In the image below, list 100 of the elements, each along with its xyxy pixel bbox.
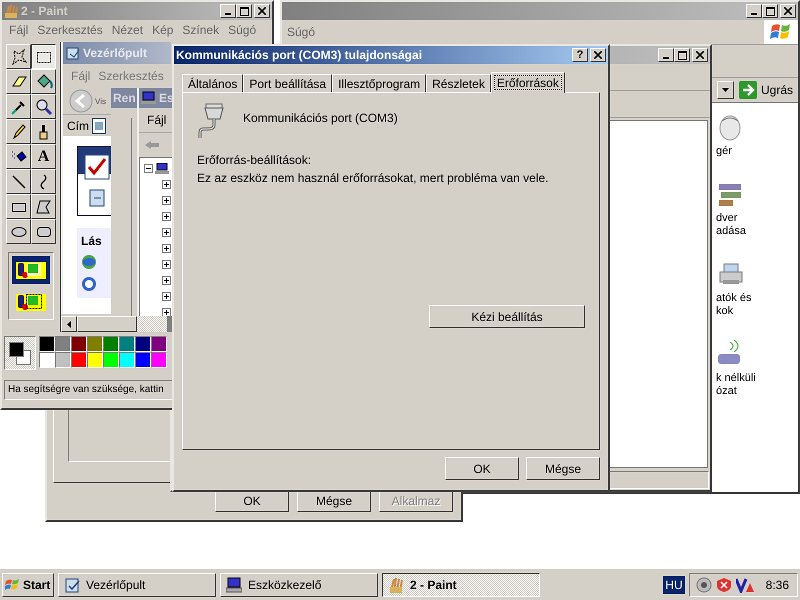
dialog-title: Kommunikációs port (COM3) tulajdonságai <box>176 48 422 62</box>
color-swatch[interactable] <box>87 352 103 368</box>
folder-icon <box>92 118 106 134</box>
paint-bucket-icon <box>34 72 52 90</box>
tab[interactable]: Port beállítása <box>243 74 332 92</box>
window-title: 2 - Paint <box>21 4 68 18</box>
shapes-icon <box>14 291 48 313</box>
plus-icon <box>162 276 171 285</box>
tree-toggle[interactable] <box>162 276 171 285</box>
close-button[interactable] <box>590 48 606 62</box>
menu-item[interactable]: Szerkesztés <box>37 23 103 39</box>
color-swatch[interactable] <box>119 336 135 352</box>
tree-toggle[interactable] <box>162 196 171 205</box>
free-select-icon <box>10 48 28 66</box>
taskbar-button[interactable]: 2 - Paint <box>382 572 540 596</box>
clock[interactable]: 8:36 <box>766 578 789 592</box>
brushes-icon <box>4 4 18 18</box>
language-indicator[interactable]: HU <box>663 576 685 594</box>
menu-item[interactable]: Színek <box>182 23 220 39</box>
arrow-icon <box>738 81 757 99</box>
speaker-icon[interactable] <box>696 576 712 592</box>
tree-toggle[interactable] <box>162 260 171 269</box>
start-button[interactable]: Start <box>2 572 54 596</box>
globe-icon <box>81 254 97 270</box>
color-swatch[interactable] <box>103 336 119 352</box>
color-swatch[interactable] <box>71 352 87 368</box>
color-swatch[interactable] <box>55 336 71 352</box>
section-label: Erőforrás-beállítások: <box>197 153 312 167</box>
tree-toggle[interactable] <box>162 244 171 253</box>
close-icon <box>258 7 266 15</box>
color-swatch[interactable] <box>39 352 55 368</box>
current-colors <box>4 336 36 370</box>
plus-icon <box>162 180 171 189</box>
tab[interactable]: Illesztőprogram <box>332 74 426 92</box>
tree-toggle[interactable] <box>162 212 171 221</box>
maximize-icon <box>678 50 686 60</box>
polygon-icon <box>34 198 52 216</box>
plus-icon <box>162 244 171 253</box>
plus-icon <box>162 292 171 301</box>
menu-item[interactable]: Fájl <box>9 23 28 39</box>
brushes-icon <box>388 576 404 592</box>
color-swatch[interactable] <box>151 352 167 368</box>
dropdown-button[interactable] <box>716 81 734 99</box>
plus-icon <box>162 260 171 269</box>
transparency-option[interactable] <box>12 256 50 284</box>
taskbar-button[interactable]: Eszközkezelő <box>220 572 378 596</box>
icon-label[interactable]: dver adása <box>716 212 746 238</box>
color-swatch[interactable] <box>71 336 87 352</box>
document-icon <box>89 189 107 207</box>
line-icon <box>10 172 28 190</box>
window-title: Vezérlőpult <box>83 46 148 60</box>
tree-toggle[interactable] <box>144 164 153 173</box>
go-button[interactable]: Ugrás <box>738 81 796 99</box>
icon-label[interactable]: gér <box>716 145 732 158</box>
color-swatch[interactable] <box>103 352 119 368</box>
color-swatch[interactable] <box>87 336 103 352</box>
help-button[interactable]: ? <box>572 48 588 62</box>
back-arrow-icon <box>145 141 159 149</box>
computer-icon <box>141 91 157 105</box>
plus-icon <box>162 228 171 237</box>
dialog-button[interactable]: Mégse <box>526 457 600 480</box>
color-swatch[interactable] <box>151 336 167 352</box>
menu-item[interactable]: Kép <box>152 23 174 39</box>
maximize-icon <box>766 6 774 16</box>
tree-toggle[interactable] <box>162 180 171 189</box>
menu-item[interactable]: Súgó <box>228 23 256 39</box>
taskbar-button[interactable]: Vezérlőpult <box>58 572 216 596</box>
menu-item[interactable]: Nézet <box>112 23 144 39</box>
tool-button[interactable] <box>31 44 56 69</box>
close-icon <box>784 7 792 15</box>
tab[interactable]: Részletek <box>426 74 491 92</box>
manual-settings-button[interactable]: Kézi beállítás <box>429 305 585 328</box>
tool-button[interactable]: A <box>31 144 56 169</box>
color-swatch[interactable] <box>135 352 151 368</box>
dialog-button[interactable]: OK <box>445 457 519 480</box>
computer-icon <box>155 162 169 174</box>
shield-icon[interactable] <box>716 576 732 592</box>
plus-icon <box>162 196 171 205</box>
windows-flag-icon <box>5 578 21 592</box>
tree-toggle[interactable] <box>162 308 171 316</box>
shapes-icon <box>14 259 48 281</box>
color-swatch[interactable] <box>135 336 151 352</box>
tree-toggle[interactable] <box>162 228 171 237</box>
status-text: Ha segítségre van szüksége, kattin <box>4 380 173 400</box>
color-swatch[interactable] <box>55 352 71 368</box>
tab[interactable]: Általános <box>182 74 244 92</box>
control-panel-icon <box>64 576 80 592</box>
antivirus-icon[interactable] <box>736 576 754 592</box>
scroll-left-button[interactable] <box>61 316 77 332</box>
icon-label[interactable]: atók és kok <box>716 292 752 318</box>
address-label: Cím <box>67 118 89 132</box>
tree-toggle[interactable] <box>162 292 171 301</box>
scroll-thumb[interactable] <box>77 316 137 332</box>
color-swatch[interactable] <box>119 352 135 368</box>
icon-label[interactable]: k nélküli ózat <box>716 372 756 398</box>
close-icon <box>696 51 704 59</box>
windows-flag-icon <box>770 22 792 42</box>
tab[interactable]: Erőforrások <box>490 72 565 93</box>
menu-item[interactable]: Súgó <box>287 25 316 39</box>
color-swatch[interactable] <box>39 336 55 352</box>
